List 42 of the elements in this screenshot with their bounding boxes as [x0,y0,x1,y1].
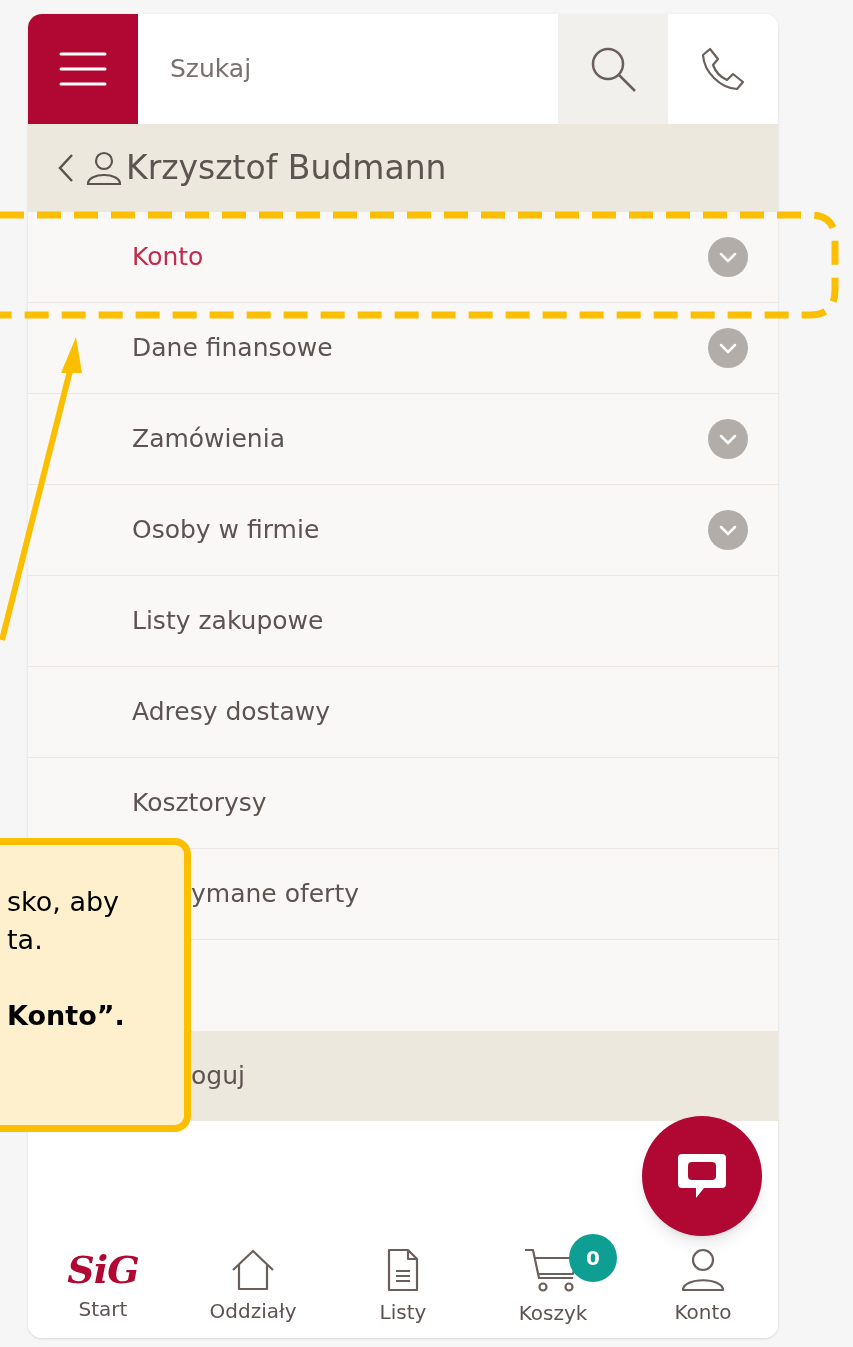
phone-icon [700,46,746,92]
menu-item[interactable]: Dane finansowe [28,303,778,394]
menu-item[interactable]: Listy zakupowe [28,576,778,667]
menu-item-label: Kosztorysy [132,787,268,820]
menu-item-label: Osoby w firmie [132,514,321,547]
nav-tab[interactable]: SiG Start [28,1236,178,1338]
count-badge: 0 [569,1234,617,1282]
profile-name: Krzysztof Budmann [126,147,447,190]
chevron-icon [708,419,748,459]
chevron-icon [708,328,748,368]
menu-item-label: Adresy dostawy [132,696,331,729]
menu-item-label: ymane oferty [191,878,360,911]
menu-button[interactable] [28,14,138,124]
menu-item[interactable]: ymane oferty [191,849,778,940]
callout-text: ta. [7,923,44,957]
document-icon [386,1247,420,1293]
callout-text: Konto”. [7,999,126,1033]
nav-tab[interactable]: 0 Koszyk [478,1236,628,1338]
menu-item-label: Konto [132,241,205,274]
user-icon [86,150,122,186]
menu-item[interactable]: Adresy dostawy [28,667,778,758]
chevron-icon [708,237,748,277]
menu-item[interactable]: Osoby w firmie [28,485,778,576]
search-button[interactable] [558,14,668,124]
menu-item-label: Zamówienia [132,423,286,456]
menu-item-label: Dane finansowe [132,332,334,365]
user-icon [680,1247,726,1293]
nav-tab[interactable]: Listy [328,1236,478,1338]
menu-item[interactable]: Kosztorysy [28,758,778,849]
logout-item[interactable]: oguj [191,1031,778,1121]
logo: SiG [67,1250,139,1290]
nav-tab[interactable]: Oddziały [178,1236,328,1338]
nav-tab[interactable]: Konto [628,1236,778,1338]
menu-item[interactable]: Konto [28,212,778,303]
callout-text: sko, aby [7,885,121,919]
menu-item[interactable]: Zamówienia [28,394,778,485]
home-icon [230,1248,276,1292]
back-icon[interactable] [58,153,74,183]
chevron-icon [708,510,748,550]
menu-item-label: Listy zakupowe [132,605,325,638]
phone-button[interactable] [668,14,778,124]
menu-icon [59,51,107,87]
